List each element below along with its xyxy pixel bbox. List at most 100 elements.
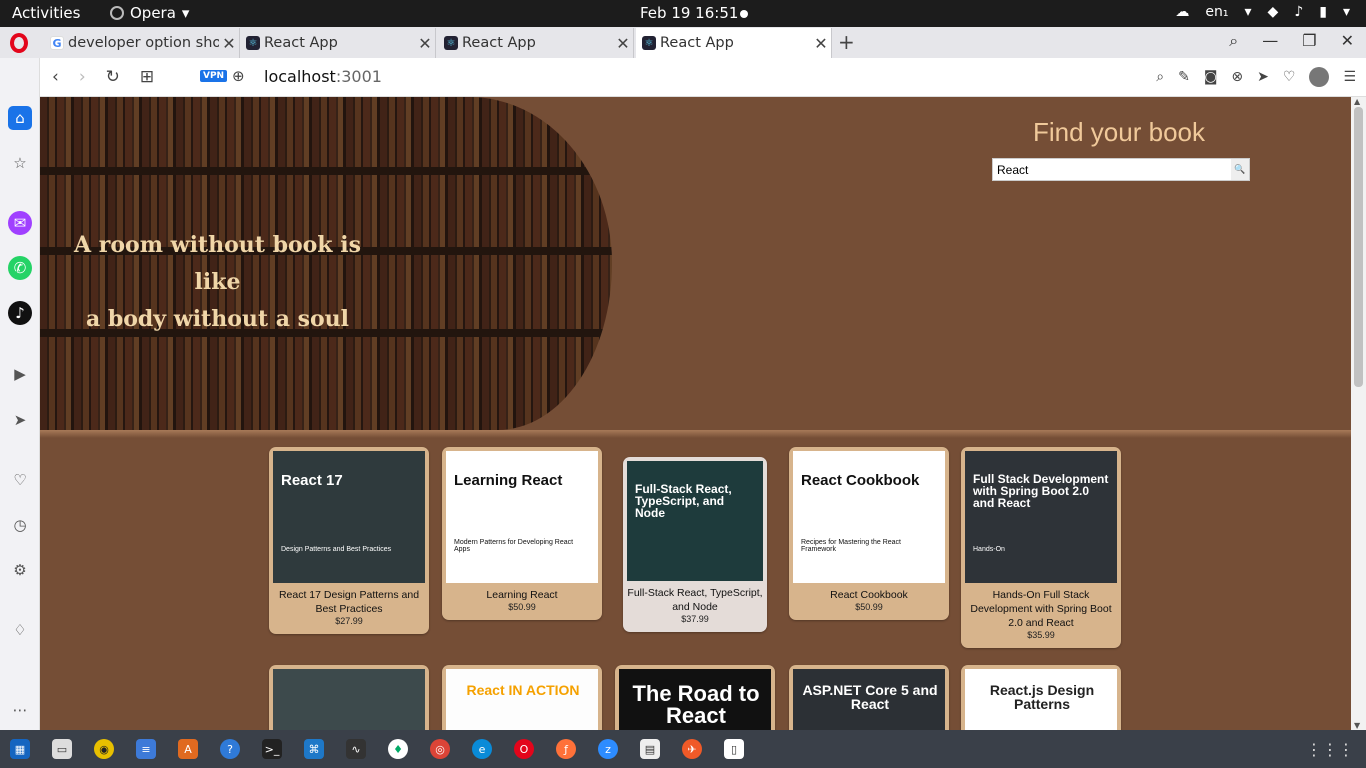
tab-react-app[interactable]: ⚛ React App ✕ [438,28,634,58]
language-indicator[interactable]: en₁ [1205,4,1228,20]
edge-icon[interactable]: e [472,739,492,759]
system-tray[interactable]: ☁ en₁ ▾ ◆ ♪ ▮ ▾ [1175,4,1350,20]
book-cover[interactable]: React IN ACTION [446,669,598,730]
minimize-icon[interactable]: — [1262,31,1278,51]
reload-icon[interactable]: ↻ [106,67,120,87]
send-icon[interactable]: ➤ [8,408,32,432]
book-cover[interactable]: Full-Stack React, TypeScript, and Node [627,461,763,581]
scroll-down-icon[interactable]: ▼ [1354,721,1360,730]
battery-icon[interactable]: ▮ [1319,4,1327,20]
tab-developer-option[interactable]: G developer option sho ✕ [44,28,240,58]
easy-setup-icon[interactable]: ☰ [1343,69,1356,85]
url-field[interactable]: localhost:3001 [264,67,382,86]
book-title: Learning React [486,589,558,601]
player-icon[interactable]: ▶ [8,362,32,386]
book-card[interactable]: Full-Stack React, TypeScript, and Node Fu… [623,457,767,632]
zoom-icon[interactable]: ⌕ [1156,69,1164,85]
chrome-icon[interactable]: ◎ [430,739,450,759]
search-tabs-icon[interactable]: ⌕ [1229,31,1238,51]
mongodb-icon[interactable]: ♦ [388,739,408,759]
folder-icon[interactable]: ▭ [52,739,72,759]
forward-icon[interactable]: › [79,67,86,87]
volume-icon[interactable]: ♪ [1294,4,1303,20]
activities-button[interactable]: Activities [12,4,80,22]
heart-icon[interactable]: ♡ [1283,69,1296,85]
book-cover[interactable]: The Road to React [619,669,771,730]
calc-icon[interactable]: ▤ [640,739,660,759]
book-card[interactable]: React IN ACTION [442,665,602,730]
vpn-badge[interactable]: VPN [200,70,228,82]
messenger-icon[interactable]: ✉ [8,211,32,235]
book-card[interactable]: React.js Design Patterns [961,665,1121,730]
terminal-icon[interactable]: >_ [262,739,282,759]
book-cover[interactable]: ASP.NET Core 5 and React [793,669,945,730]
new-tab-button[interactable]: + [838,30,855,54]
book-card[interactable]: React Cookbook Recipes for Mastering the … [789,447,949,620]
tab-grid-icon[interactable]: ⊞ [140,67,154,87]
rhythmbox-icon[interactable]: ◉ [94,739,114,759]
edit-icon[interactable]: ✎ [1178,69,1190,85]
close-icon[interactable]: ✕ [219,34,239,53]
history-icon[interactable]: ◷ [8,513,32,537]
clock[interactable]: Feb 19 16:51 [640,4,738,22]
opera-icon[interactable]: O [514,739,534,759]
app-menu[interactable]: Opera ▾ [110,4,189,22]
page-scrollbar[interactable]: ▲ ▼ [1351,97,1366,730]
close-icon[interactable]: ✕ [811,34,831,53]
opera-logo-icon[interactable] [10,33,28,53]
avatar[interactable] [1309,67,1330,87]
scroll-up-icon[interactable]: ▲ [1354,97,1360,106]
book-card[interactable]: React 17 Design Patterns and Best Practic… [269,447,429,634]
book-cover[interactable]: React Cookbook Recipes for Mastering the … [793,451,945,583]
search-icon[interactable]: 🔍 [1231,159,1249,180]
wifi-icon[interactable]: ◆ [1268,4,1279,20]
back-icon[interactable]: ‹ [52,67,59,87]
camera-icon[interactable]: ◙ [1204,69,1218,85]
book-cover[interactable]: React.js Design Patterns [965,669,1117,730]
book-cover[interactable]: Full Stack Development with Spring Boot … [965,451,1117,583]
book-cover[interactable] [273,669,425,730]
book-card[interactable]: Full Stack Development with Spring Boot … [961,447,1121,648]
tab-react-app[interactable]: ⚛ React App ✕ [240,28,436,58]
app-grid-icon[interactable]: ⋮⋮⋮ [1306,740,1354,759]
document-icon[interactable]: ▯ [724,739,744,759]
vscode-icon[interactable]: ⌘ [304,739,324,759]
whatsapp-icon[interactable]: ✆ [8,256,32,280]
tab-react-app-active[interactable]: ⚛ React App ✕ [636,28,832,58]
scrollbar-thumb[interactable] [1354,107,1363,387]
book-card[interactable]: ASP.NET Core 5 and React [789,665,949,730]
heart-icon[interactable]: ♡ [8,468,32,492]
book-price: $27.99 [335,616,363,626]
lightbulb-icon[interactable]: ♢ [8,618,32,642]
more-icon[interactable]: ⋯ [8,698,32,722]
globe-icon[interactable]: ⊕ [232,67,245,85]
search-input[interactable] [993,159,1231,180]
help-icon[interactable]: ? [220,739,240,759]
monitor-icon[interactable]: ∿ [346,739,366,759]
book-card[interactable] [269,665,429,730]
book-cover[interactable]: React 17 Design Patterns and Best Practic… [273,451,425,583]
writer-icon[interactable]: ≡ [136,739,156,759]
gear-icon[interactable]: ⚙ [8,558,32,582]
software-icon[interactable]: A [178,739,198,759]
cloud-icon[interactable]: ☁ [1175,4,1189,20]
quote-line-2: a body without a soul [85,306,350,332]
close-icon[interactable]: ✕ [415,34,435,53]
home-icon[interactable]: ⌂ [8,106,32,130]
files-icon[interactable]: ▦ [10,739,30,759]
close-icon[interactable]: ✕ [613,34,633,53]
restore-icon[interactable]: ❐ [1302,31,1316,51]
send-icon[interactable]: ➤ [1257,69,1269,85]
book-cover[interactable]: Learning React Modern Patterns for Develo… [446,451,598,583]
block-icon[interactable]: ⊗ [1231,69,1243,85]
star-icon[interactable]: ☆ [8,151,32,175]
firefox-icon[interactable]: ƒ [556,739,576,759]
book-search-panel: Find your book 🔍 [992,117,1250,181]
postman-icon[interactable]: ✈ [682,739,702,759]
tiktok-icon[interactable]: ♪ [8,301,32,325]
browser-tab-bar: G developer option sho ✕ ⚛ React App ✕ ⚛… [0,27,1366,58]
close-window-icon[interactable]: ✕ [1341,31,1354,51]
book-card[interactable]: The Road to React [615,665,775,730]
book-card[interactable]: Learning React Modern Patterns for Develo… [442,447,602,620]
zoom-icon[interactable]: z [598,739,618,759]
